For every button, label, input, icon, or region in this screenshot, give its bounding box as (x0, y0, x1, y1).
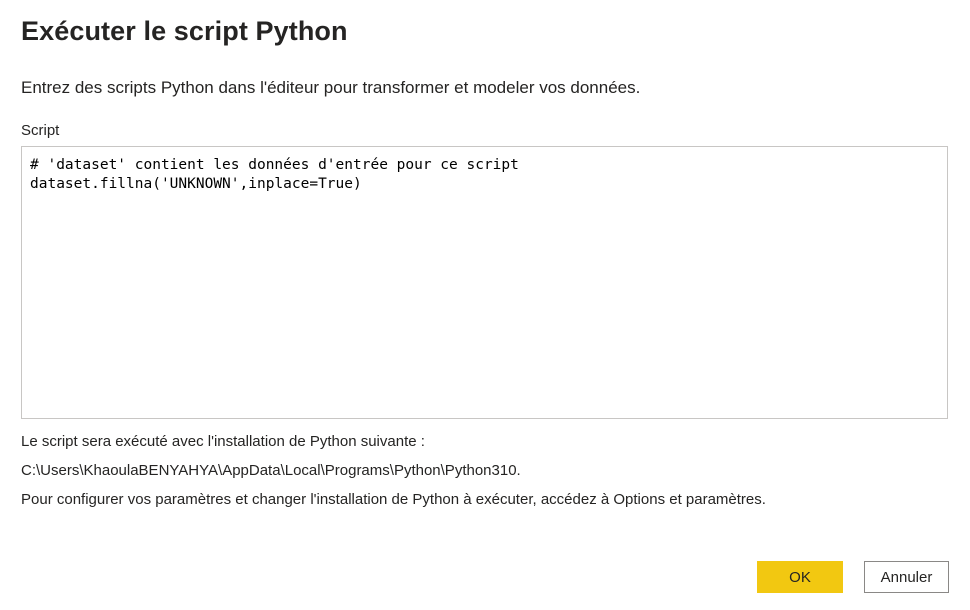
script-line-code[interactable]: dataset.fillna('UNKNOWN',inplace=True) (30, 175, 939, 194)
script-editor[interactable]: # 'dataset' contient les données d'entré… (21, 146, 948, 419)
python-install-info: Le script sera exécuté avec l'installati… (21, 433, 425, 450)
script-line-comment[interactable]: # 'dataset' contient les données d'entré… (30, 156, 939, 175)
dialog-description: Entrez des scripts Python dans l'éditeur… (21, 78, 641, 97)
ok-button[interactable]: OK (757, 561, 843, 593)
options-settings-hint: Pour configurer vos paramètres et change… (21, 491, 766, 508)
script-label: Script (21, 122, 60, 139)
cancel-button[interactable]: Annuler (864, 561, 949, 593)
python-install-path: C:\Users\KhaoulaBENYAHYA\AppData\Local\P… (21, 462, 521, 479)
dialog-title: Exécuter le script Python (21, 16, 348, 46)
